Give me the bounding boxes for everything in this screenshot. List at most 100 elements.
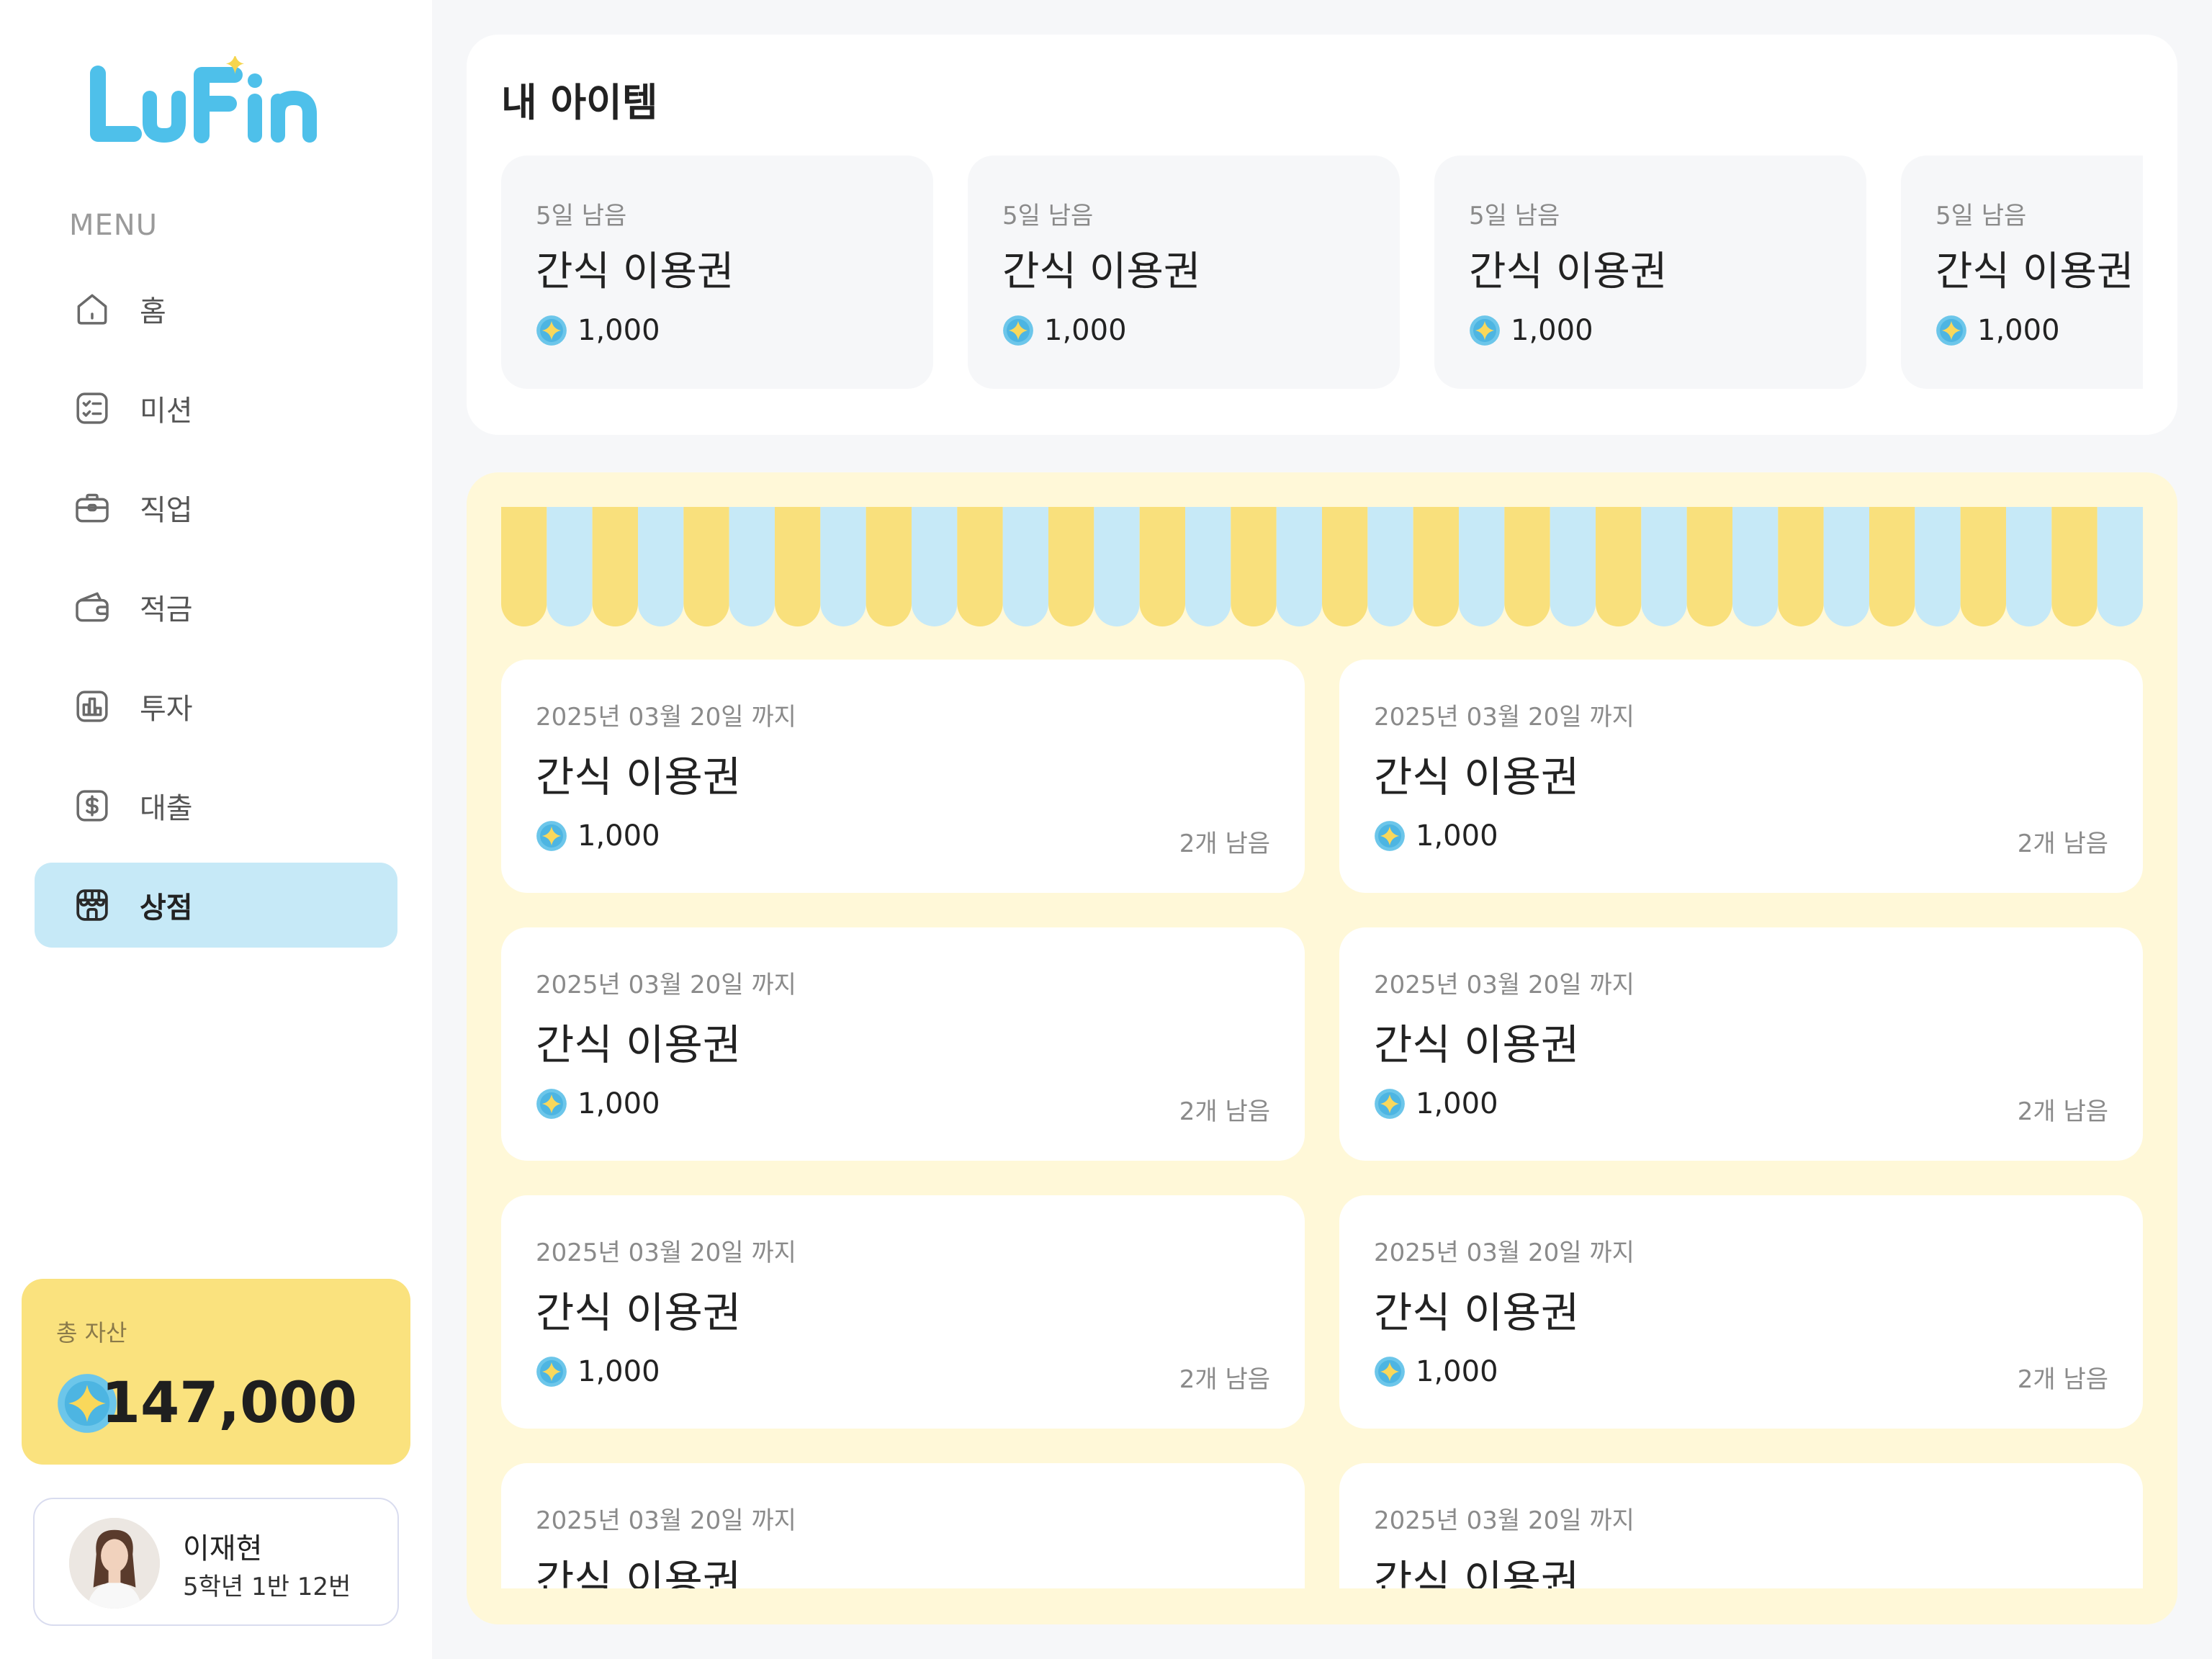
my-item-card[interactable]: 5일 남음 간식 이용권 1,000 [1434,156,1866,389]
product-price: 1,000 [1374,1087,1498,1120]
store-section: 2025년 03월 20일 까지 간식 이용권 1,000 2개 남음 2025… [467,472,2177,1624]
product-price-value: 1,000 [577,1087,660,1120]
product-card[interactable]: 2025년 03월 20일 까지 간식 이용권 1,000 2개 남음 [501,660,1305,893]
sidebar-item-label: 미션 [140,395,193,428]
awning-stripe [501,507,547,626]
awning-stripe [2097,507,2143,626]
product-card[interactable]: 2025년 03월 20일 까지 간식 이용권 1,000 2개 남음 [1339,660,2143,893]
awning-stripe [729,507,775,626]
awning-stripe [2051,507,2098,627]
sidebar-item-home[interactable]: 홈 [35,266,397,351]
coin-icon [536,1356,567,1388]
awning-stripe [547,507,593,626]
store-icon [71,884,114,927]
awning-stripe [1231,507,1277,626]
sidebar-item-invest[interactable]: 투자 [35,664,397,749]
coin-icon [1002,315,1034,346]
home-icon [71,287,114,331]
wallet-icon [71,585,114,629]
item-days-left: 5일 남음 [1936,202,2027,230]
coin-icon [1374,1356,1406,1388]
product-stock: 2개 남음 [2017,1365,2108,1394]
item-price: 1,000 [1002,314,1127,347]
item-price: 1,000 [1469,314,1593,347]
awning-stripe [1550,507,1596,626]
checklist-icon [71,387,114,430]
product-list[interactable]: 2025년 03월 20일 까지 간식 이용권 1,000 2개 남음 2025… [501,660,2143,1588]
product-price-value: 1,000 [1416,1087,1498,1120]
item-days-left: 5일 남음 [1002,202,1094,230]
product-card[interactable]: 2025년 03월 20일 까지 간식 이용권 1,000 2개 남음 [1339,927,2143,1161]
my-items-section: 내 아이템 5일 남음 간식 이용권 1,000 5일 남음 간식 이용권 1,… [467,35,2177,435]
sidebar: MENU 홈 미션 직업 적금 투자 대출 상점 총 자산 147,000 이재… [0,0,432,1659]
sidebar-item-label: 홈 [140,295,166,328]
sidebar-item-mission[interactable]: 미션 [35,366,397,451]
coin-icon [536,1088,567,1120]
product-until-date: 2025년 03월 20일 까지 [536,1238,796,1267]
awning-stripe [592,507,638,626]
item-name: 간식 이용권 [1469,248,1668,295]
awning-stripe [1732,507,1779,626]
product-card[interactable]: 2025년 03월 20일 까지 간식 이용권 1,000 2개 남음 [501,1195,1305,1429]
awning-stripe [1778,507,1824,626]
item-price-value: 1,000 [1511,314,1593,347]
product-until-date: 2025년 03월 20일 까지 [536,703,796,732]
total-assets-value: 147,000 [101,1371,357,1436]
product-name: 간식 이용권 [536,1288,742,1337]
product-card[interactable]: 2025년 03월 20일 까지 간식 이용권 1,000 2개 남음 [501,927,1305,1161]
product-price: 1,000 [1374,1355,1498,1388]
my-items-list[interactable]: 5일 남음 간식 이용권 1,000 5일 남음 간식 이용권 1,000 5일… [501,156,2143,389]
awning-stripe [2006,507,2052,626]
my-item-card[interactable]: 5일 남음 간식 이용권 1,000 [968,156,1400,389]
lufin-logo[interactable] [84,53,328,150]
store-awning [501,507,2143,627]
product-card[interactable]: 2025년 03월 20일 까지 간식 이용권 [501,1463,1305,1588]
my-item-card[interactable]: 5일 남음 간식 이용권 1,000 [1901,156,2143,389]
briefcase-icon [71,486,114,529]
product-name: 간식 이용권 [1374,752,1580,801]
product-price-value: 1,000 [577,819,660,853]
sidebar-item-label: 대출 [140,792,193,825]
sidebar-item-loan[interactable]: 대출 [35,763,397,848]
sidebar-item-savings[interactable]: 적금 [35,565,397,649]
product-stock: 2개 남음 [1179,1365,1270,1394]
avatar [69,1518,160,1609]
sidebar-item-store[interactable]: 상점 [35,863,397,948]
awning-stripe [775,507,821,626]
product-name: 간식 이용권 [536,1556,742,1588]
product-card[interactable]: 2025년 03월 20일 까지 간식 이용권 1,000 2개 남음 [1339,1195,2143,1429]
product-price-value: 1,000 [1416,819,1498,853]
sidebar-item-job[interactable]: 직업 [35,465,397,550]
awning-stripe [1504,507,1550,626]
awning-stripe [866,507,912,626]
sidebar-item-label: 상점 [140,891,193,925]
product-name: 간식 이용권 [536,1020,742,1069]
item-price-value: 1,000 [1044,314,1127,347]
item-price-value: 1,000 [1977,314,2060,347]
profile-card[interactable]: 이재현 5학년 1반 12번 [33,1498,399,1626]
sidebar-item-label: 직업 [140,494,193,527]
awning-stripe [1823,507,1869,626]
sidebar-item-label: 적금 [140,593,193,626]
awning-stripe [957,507,1003,626]
item-price-value: 1,000 [577,314,660,347]
coin-icon [536,315,567,346]
item-name: 간식 이용권 [1002,248,1201,295]
item-name: 간식 이용권 [536,248,734,295]
chart-icon [71,685,114,728]
awning-stripe [912,507,958,626]
total-assets-card: 총 자산 147,000 [22,1279,410,1465]
my-item-card[interactable]: 5일 남음 간식 이용권 1,000 [501,156,933,389]
item-price: 1,000 [536,314,660,347]
awning-stripe [1596,507,1642,626]
coin-icon [1374,1088,1406,1120]
product-name: 간식 이용권 [1374,1556,1580,1588]
coin-icon [1469,315,1501,346]
product-card[interactable]: 2025년 03월 20일 까지 간식 이용권 [1339,1463,2143,1588]
awning-stripe [1185,507,1231,626]
product-until-date: 2025년 03월 20일 까지 [1374,971,1635,999]
item-days-left: 5일 남음 [1469,202,1560,230]
product-stock: 2개 남음 [1179,1097,1270,1126]
sidebar-nav: 홈 미션 직업 적금 투자 대출 상점 [35,266,397,962]
profile-name: 이재현 [183,1532,263,1565]
